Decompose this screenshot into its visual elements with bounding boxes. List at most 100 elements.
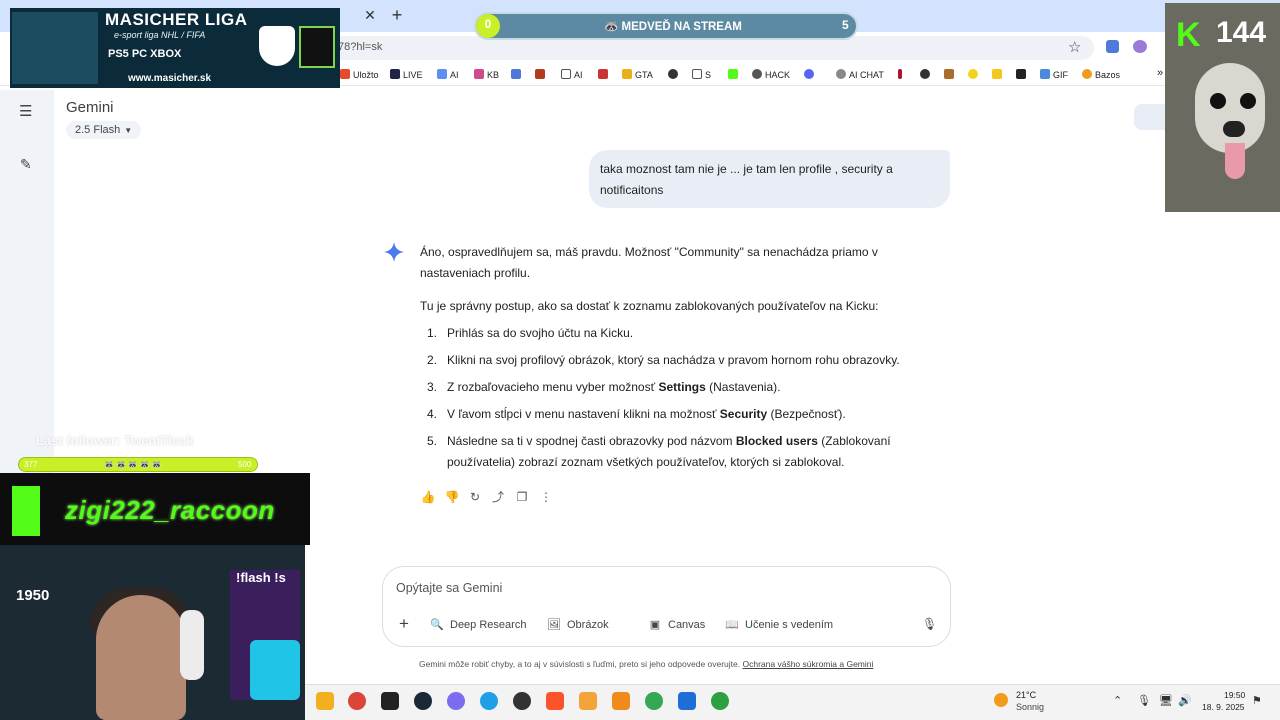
bookmark-item[interactable]: HACK: [752, 68, 790, 82]
clock-date[interactable]: 18. 9. 2025: [1202, 702, 1245, 712]
banner-title: MASICHER LIGA: [105, 10, 248, 29]
discord-icon[interactable]: [447, 692, 465, 710]
bookmark-item[interactable]: AI: [437, 68, 459, 82]
chrome-active-icon[interactable]: [645, 692, 663, 710]
vlc-icon[interactable]: [612, 692, 630, 710]
goal-current: 0: [484, 17, 492, 31]
response-intro: Áno, ospravedlňujem sa, máš pravdu. Možn…: [420, 245, 878, 280]
bookmark-item[interactable]: Uložto: [340, 68, 379, 82]
bookmark-item[interactable]: AI CHAT: [836, 68, 884, 82]
kick-logo: K: [1176, 16, 1201, 54]
follower-goal-icons: 🦝🦝🦝🦝🦝: [104, 460, 164, 469]
new-chat-icon[interactable]: ✎: [20, 156, 36, 172]
chevron-up-icon[interactable]: ⌃: [1113, 694, 1122, 707]
bookmark-item: [1016, 68, 1029, 82]
banner-subtitle: e-sport liga NHL / FIFA: [114, 30, 206, 40]
weather-description[interactable]: Sonnig: [1016, 702, 1044, 712]
app-icon[interactable]: [711, 692, 729, 710]
disclaimer: Gemini môže robiť chyby, a to aj v súvis…: [419, 659, 874, 669]
follower-goal-current: 377: [24, 460, 38, 469]
copy-icon[interactable]: ❐: [514, 489, 530, 505]
edge-icon[interactable]: [480, 692, 498, 710]
epic-games-icon[interactable]: [381, 692, 399, 710]
clock-time[interactable]: 19:50: [1224, 690, 1245, 700]
chrome-icon[interactable]: [348, 692, 366, 710]
book-icon: 📖: [725, 619, 739, 631]
thumbs-down-icon[interactable]: 👎: [444, 489, 460, 505]
streamer-face: [96, 595, 186, 720]
list-item: Prihlás sa do svojho účtu na Kicku.: [447, 326, 634, 340]
share-icon[interactable]: ⤴: [490, 489, 506, 505]
bookmark-item: [920, 68, 933, 82]
gemini-sparkle-icon: [384, 242, 404, 262]
camera-number: 1950: [16, 587, 50, 604]
list-number: 3.: [427, 380, 438, 394]
extension-icon[interactable]: [1133, 40, 1147, 53]
headset: [180, 610, 204, 680]
privacy-link[interactable]: Ochrana vášho súkromia a Gemini: [743, 659, 874, 669]
thumbs-up-icon[interactable]: 👍: [420, 489, 436, 505]
list-number: 4.: [427, 407, 438, 421]
bookmark-star-icon[interactable]: ☆: [1068, 38, 1081, 56]
bookmark-folder[interactable]: S: [692, 68, 711, 82]
microphone-icon[interactable]: 🎙: [922, 616, 937, 632]
streamer-name: zigi222_raccoon: [65, 495, 275, 525]
url-text[interactable]: 78?hl=sk: [338, 41, 382, 53]
app-icon[interactable]: [579, 692, 597, 710]
list-number: 1.: [427, 326, 438, 340]
weather-temperature[interactable]: 21°C: [1016, 690, 1036, 700]
search-icon: 🔍: [430, 619, 444, 631]
response-lead: Tu je správny postup, ako sa dostať k zo…: [420, 299, 879, 313]
bookmarks-overflow-icon[interactable]: »: [1157, 67, 1163, 79]
app-title: Gemini: [66, 99, 114, 116]
canvas-icon: ▣: [649, 619, 661, 631]
bookmark-item: [598, 68, 611, 82]
obs-icon[interactable]: [513, 692, 531, 710]
more-options-icon[interactable]: ⋮: [538, 489, 554, 505]
list-item: Z rozbaľovacieho menu vyber možnosť Sett…: [447, 380, 781, 394]
bookmark-folder[interactable]: AI: [561, 68, 583, 82]
kick-k-icon: [12, 486, 40, 536]
translate-extension-icon[interactable]: [1106, 40, 1119, 53]
add-attachment-button[interactable]: +: [396, 615, 412, 632]
chat-command-sign: !flash !s: [236, 570, 286, 585]
chevron-down-icon: ▼: [124, 126, 133, 135]
bookmark-item[interactable]: GTA: [622, 68, 653, 82]
volume-icon[interactable]: 🔊: [1178, 694, 1192, 707]
hex-light: [250, 640, 300, 700]
bookmark-item: [668, 68, 681, 82]
goal-title: 🦝 MEDVEĎ NA STREAM: [604, 21, 742, 33]
bookmark-item[interactable]: LIVE: [390, 68, 423, 82]
bookmark-item[interactable]: GIF: [1040, 68, 1068, 82]
image-button[interactable]: 🖼 Obrázok: [547, 617, 609, 633]
bookmark-item: [804, 68, 817, 82]
close-tab-icon[interactable]: ✕: [362, 7, 378, 23]
microphone-tray-icon[interactable]: 🎙: [1137, 694, 1151, 707]
notification-icon[interactable]: ⚑: [1252, 694, 1262, 707]
deep-research-button[interactable]: 🔍 Deep Research: [430, 617, 526, 633]
raccoon-tongue: [1225, 143, 1245, 179]
network-icon[interactable]: 🖥: [1159, 694, 1173, 707]
canvas-button[interactable]: ▣ Canvas: [648, 617, 706, 633]
fc-logo: [299, 26, 335, 68]
model-selector[interactable]: 2.5 Flash ▼: [66, 121, 142, 139]
banner-website: www.masicher.sk: [128, 73, 212, 84]
guided-learning-button[interactable]: 📖 Učenie s vedením: [725, 617, 833, 633]
bookmark-item[interactable]: KB: [474, 68, 499, 82]
sun-icon[interactable]: [994, 693, 1008, 707]
file-explorer-icon[interactable]: [316, 692, 334, 710]
bookmark-item[interactable]: Bazos: [1082, 68, 1120, 82]
window-icon[interactable]: [678, 692, 696, 710]
brave-icon[interactable]: [546, 692, 564, 710]
bookmark-item: [535, 68, 548, 82]
goal-target: 5: [842, 18, 849, 32]
list-number: 5.: [427, 434, 438, 448]
bookmark-item: [992, 68, 1005, 82]
list-item: V ľavom stĺpci v menu nastavení klikni n…: [447, 407, 846, 421]
steam-icon[interactable]: [414, 692, 432, 710]
menu-icon[interactable]: ☰: [19, 104, 35, 120]
new-tab-button[interactable]: +: [388, 6, 406, 24]
prompt-input[interactable]: [396, 578, 896, 598]
last-follower: Last follower: TwentTicck: [36, 433, 194, 448]
regenerate-icon[interactable]: ↻: [467, 489, 483, 505]
